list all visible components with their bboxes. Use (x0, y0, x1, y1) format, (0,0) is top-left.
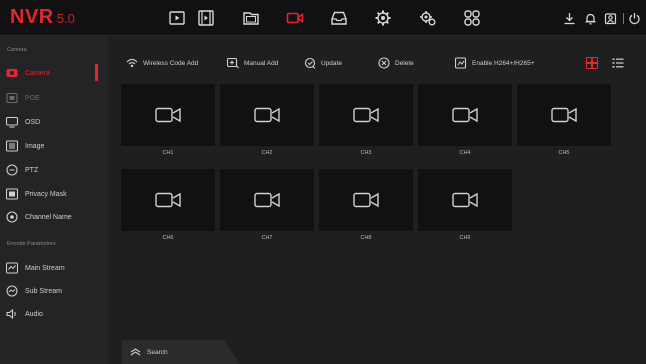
wireless-icon (126, 58, 138, 68)
playback-icon[interactable] (197, 9, 215, 27)
channel-tile-ch1[interactable] (121, 84, 215, 146)
sidebar-item-label: Sub Stream (25, 287, 62, 295)
h264-icon (455, 57, 467, 69)
search-tab[interactable]: Search (122, 340, 240, 364)
account-icon[interactable] (604, 12, 617, 25)
update-button[interactable]: Update (304, 56, 342, 70)
sidebar-item-label: Privacy Mask (25, 190, 67, 198)
channel-label: CH1 (162, 150, 174, 156)
sidebar-item-label: OSD (25, 118, 41, 126)
camera-icon (452, 107, 478, 123)
sidebar-item-label: Audio (25, 310, 43, 318)
camera-icon (155, 107, 181, 123)
file-management-icon[interactable] (242, 9, 260, 27)
update-label: Update (321, 59, 342, 67)
camera-icon (254, 107, 280, 123)
sidebar-item-audio[interactable]: Audio (0, 304, 108, 324)
privacy-mask-icon (6, 188, 18, 200)
main-stream-icon (6, 262, 18, 274)
sidebar-item-channel-name[interactable]: Channel Name (0, 207, 108, 227)
channel-tile-ch5[interactable] (517, 84, 611, 146)
channel-tile-ch4[interactable] (418, 84, 512, 146)
app-version: 5.0 (56, 11, 75, 26)
sub-stream-icon (6, 285, 18, 297)
live-view-icon[interactable] (168, 9, 186, 27)
image-icon (6, 140, 18, 152)
active-indicator (95, 64, 98, 81)
sidebar-item-camera[interactable]: Camera (0, 63, 108, 83)
sidebar-section-camera: Camera (7, 47, 27, 53)
sidebar-section-encode: Encode Parameters (7, 241, 56, 247)
poe-icon (6, 92, 18, 104)
sidebar-item-sub-stream[interactable]: Sub Stream (0, 281, 108, 301)
camera-icon (353, 192, 379, 208)
camera-icon (155, 192, 181, 208)
camera-icon (452, 192, 478, 208)
sidebar-item-label: PTZ (25, 166, 39, 174)
channel-tile-ch8[interactable] (319, 169, 413, 231)
channel-label: CH7 (261, 235, 273, 241)
sidebar-item-poe[interactable]: POE (0, 88, 108, 108)
delete-icon (378, 57, 390, 69)
expand-up-icon (130, 348, 141, 356)
search-label: Search (147, 348, 168, 356)
manual-add-button[interactable]: Manual Add (227, 56, 278, 70)
wireless-code-add-label: Wireless Code Add (143, 59, 199, 67)
manual-add-label: Manual Add (244, 59, 279, 67)
sidebar-item-label: Image (25, 142, 45, 150)
update-icon (304, 57, 316, 69)
system-settings-icon[interactable] (374, 9, 392, 27)
app-logo: NVR 5.0 (10, 6, 75, 29)
toolbar-divider (623, 13, 624, 24)
ptz-icon (6, 164, 18, 176)
power-icon[interactable] (628, 12, 641, 25)
channel-tile-ch7[interactable] (220, 169, 314, 231)
manual-add-icon (227, 57, 239, 69)
channel-tile-ch3[interactable] (319, 84, 413, 146)
brand-name: NVR (10, 6, 54, 28)
sidebar-item-image[interactable]: Image (0, 136, 108, 156)
grid-view-icon[interactable] (586, 56, 598, 69)
top-navigation-bar: NVR 5.0 (0, 0, 646, 36)
wireless-code-add-button[interactable]: Wireless Code Add (126, 56, 198, 70)
channel-label: CH5 (558, 150, 570, 156)
storage-icon[interactable] (330, 9, 348, 27)
camera-nav-icon[interactable] (286, 9, 304, 27)
delete-label: Delete (395, 59, 414, 67)
channel-name-icon (6, 211, 18, 223)
sidebar-item-label: Channel Name (25, 213, 72, 221)
channel-label: CH9 (459, 235, 471, 241)
channel-tile-ch6[interactable] (121, 169, 215, 231)
sidebar-item-osd[interactable]: OSD (0, 112, 108, 132)
advanced-settings-icon[interactable] (419, 9, 437, 27)
sidebar-item-label: Camera (25, 69, 50, 77)
sidebar-item-ptz[interactable]: PTZ (0, 160, 108, 180)
channel-tile-ch2[interactable] (220, 84, 314, 146)
channel-tile-ch9[interactable] (418, 169, 512, 231)
channel-layout-icon[interactable] (463, 9, 481, 27)
camera-icon (6, 69, 18, 77)
channel-label: CH3 (360, 150, 372, 156)
camera-icon (254, 192, 280, 208)
sidebar-item-label: Main Stream (25, 264, 65, 272)
enable-h264-button[interactable]: Enable H264+/H265+ (455, 56, 535, 70)
download-icon[interactable] (563, 12, 576, 25)
sidebar-item-label: POE (25, 94, 40, 102)
sidebar-item-privacy-mask[interactable]: Privacy Mask (0, 184, 108, 204)
channel-label: CH6 (162, 235, 174, 241)
channel-label: CH8 (360, 235, 372, 241)
alarm-bell-icon[interactable] (584, 12, 597, 25)
camera-icon (551, 107, 577, 123)
sidebar-item-main-stream[interactable]: Main Stream (0, 258, 108, 278)
osd-icon (6, 116, 18, 128)
delete-button[interactable]: Delete (378, 56, 414, 70)
camera-icon (353, 107, 379, 123)
channel-label: CH4 (459, 150, 471, 156)
list-view-icon[interactable] (612, 56, 624, 68)
channel-label: CH2 (261, 150, 273, 156)
audio-icon (6, 308, 16, 320)
enable-h264-label: Enable H264+/H265+ (472, 59, 535, 67)
